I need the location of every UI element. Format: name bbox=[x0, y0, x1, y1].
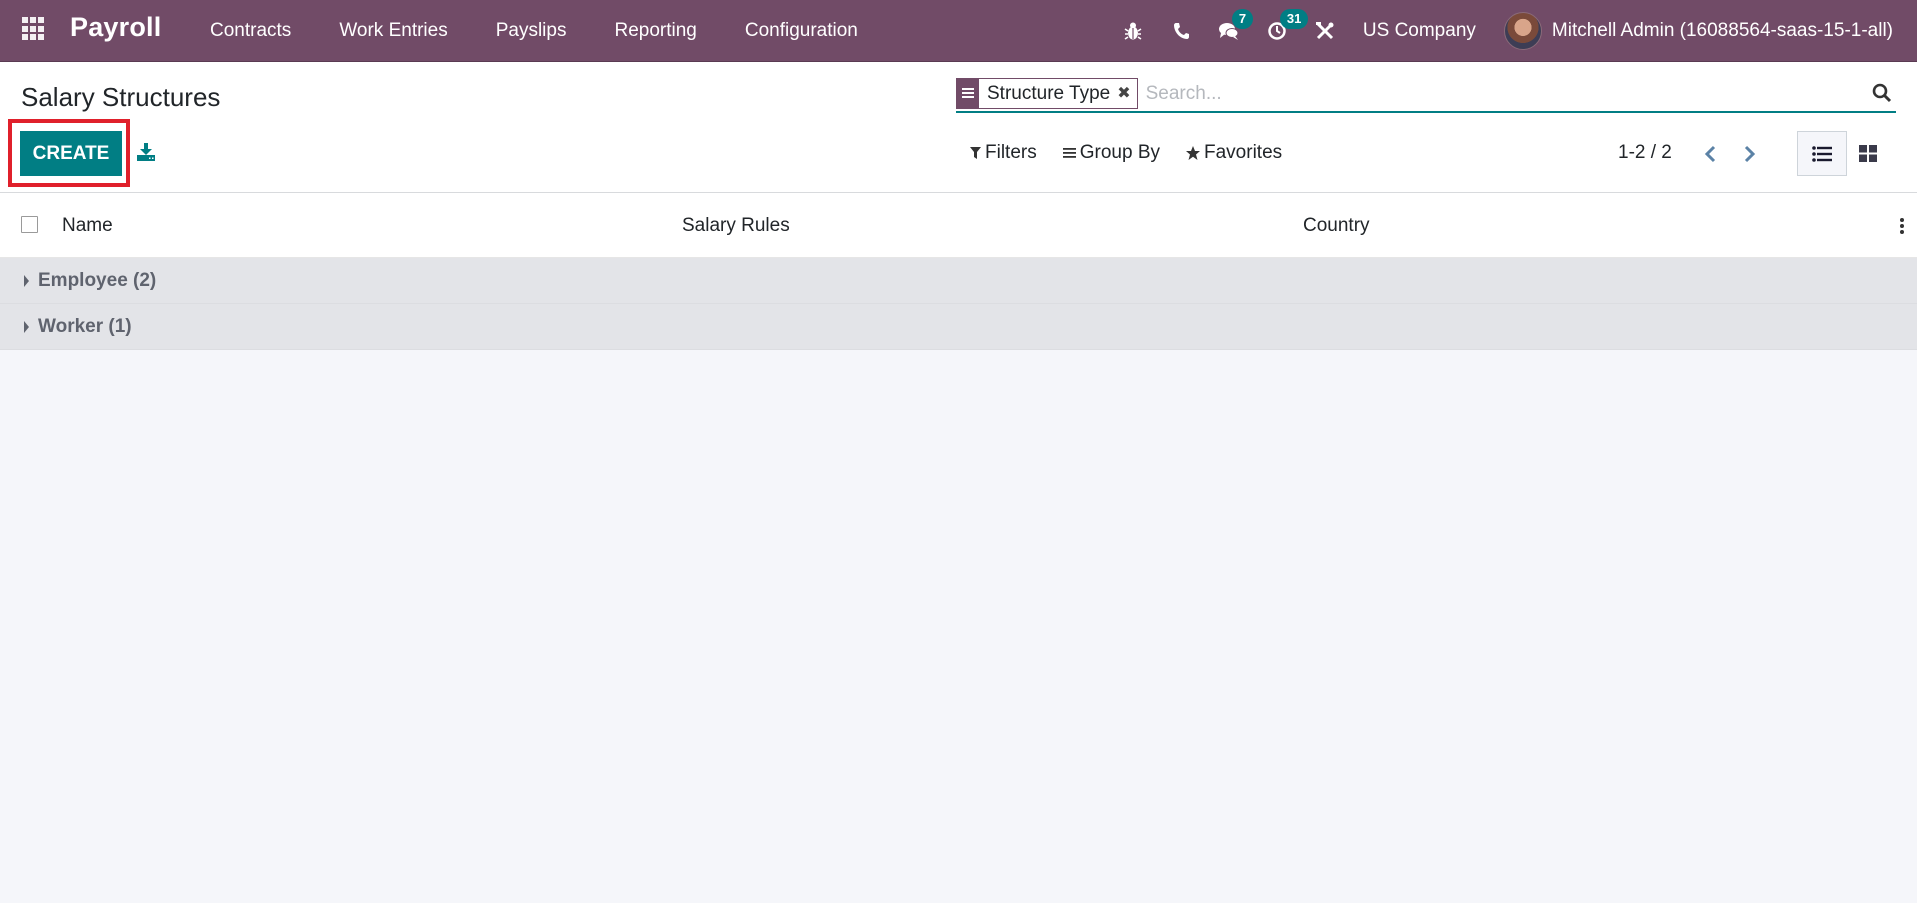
facet-remove-icon[interactable]: ✖ bbox=[1117, 79, 1136, 108]
group-row-employee[interactable]: Employee (2) bbox=[0, 258, 1917, 304]
list-view-button[interactable] bbox=[1797, 131, 1847, 176]
list-view: Name Salary Rules Country Employee (2) W… bbox=[0, 193, 1917, 350]
filters-button[interactable]: Filters bbox=[970, 142, 1037, 164]
search-facet: Structure Type ✖ bbox=[956, 77, 1138, 109]
menu-reporting[interactable]: Reporting bbox=[590, 0, 720, 62]
chevron-right-icon bbox=[1744, 145, 1756, 163]
favorites-button[interactable]: Favorites bbox=[1186, 142, 1282, 164]
group-by-facet-icon bbox=[957, 78, 979, 108]
column-header-name[interactable]: Name bbox=[62, 215, 113, 237]
chevron-left-icon bbox=[1704, 145, 1716, 163]
pager-next-button[interactable] bbox=[1738, 140, 1762, 168]
menu-configuration[interactable]: Configuration bbox=[721, 0, 882, 62]
optional-columns-kebab-icon[interactable] bbox=[1899, 217, 1905, 235]
search-options: Filters Group By Favorites bbox=[970, 142, 1308, 164]
menu-contracts[interactable]: Contracts bbox=[186, 0, 315, 62]
kanban-icon bbox=[1859, 145, 1877, 162]
app-menu-grid-icon[interactable] bbox=[22, 17, 46, 41]
caret-right-icon bbox=[24, 321, 29, 333]
messages-count-badge: 7 bbox=[1231, 9, 1254, 29]
kanban-view-button[interactable] bbox=[1843, 131, 1893, 176]
create-button[interactable]: CREATE bbox=[20, 131, 122, 176]
list-icon bbox=[1812, 145, 1832, 162]
search-bar: Structure Type ✖ bbox=[956, 77, 1896, 113]
caret-right-icon bbox=[24, 275, 29, 287]
menu-payslips[interactable]: Payslips bbox=[472, 0, 591, 62]
debug-button[interactable] bbox=[1109, 0, 1157, 62]
control-panel: Salary Structures CREATE Structure Type … bbox=[0, 62, 1917, 193]
bars-icon bbox=[1062, 148, 1076, 158]
group-row-worker[interactable]: Worker (1) bbox=[0, 304, 1917, 350]
user-menu[interactable]: Mitchell Admin (16088564-saas-15-1-all) bbox=[1503, 12, 1917, 50]
download-icon bbox=[137, 143, 155, 161]
pager-value[interactable]: 1-2 / 2 bbox=[1618, 142, 1672, 164]
tools-icon bbox=[1315, 22, 1334, 40]
column-header-country[interactable]: Country bbox=[1303, 215, 1370, 237]
group-label: Worker (1) bbox=[38, 316, 132, 337]
favorites-label: Favorites bbox=[1204, 142, 1283, 163]
group-by-button[interactable]: Group By bbox=[1062, 142, 1160, 164]
activities-button[interactable]: 31 bbox=[1253, 0, 1309, 62]
phone-button[interactable] bbox=[1157, 0, 1205, 62]
user-name: Mitchell Admin (16088564-saas-15-1-all) bbox=[1551, 20, 1893, 41]
company-switcher[interactable]: US Company bbox=[1349, 20, 1504, 42]
phone-icon bbox=[1173, 23, 1189, 39]
menu-work-entries[interactable]: Work Entries bbox=[315, 0, 471, 62]
systray: 7 31 US Company Mitchell Admin (16088564… bbox=[1109, 0, 1917, 62]
settings-button[interactable] bbox=[1301, 0, 1349, 62]
user-avatar bbox=[1503, 12, 1542, 50]
facet-value: Structure Type bbox=[987, 82, 1111, 104]
search-input[interactable] bbox=[1145, 83, 1846, 105]
main-navbar: Payroll Contracts Work Entries Payslips … bbox=[0, 0, 1917, 62]
page-title: Salary Structures bbox=[21, 82, 221, 112]
list-header: Name Salary Rules Country bbox=[0, 193, 1917, 258]
pager-previous-button[interactable] bbox=[1698, 140, 1722, 168]
select-all-checkbox[interactable] bbox=[21, 216, 38, 233]
group-label: Employee (2) bbox=[38, 270, 157, 291]
filter-icon bbox=[970, 147, 981, 159]
group-by-label: Group By bbox=[1079, 142, 1160, 163]
star-icon bbox=[1186, 146, 1200, 160]
column-header-salary-rules[interactable]: Salary Rules bbox=[682, 215, 790, 237]
app-brand[interactable]: Payroll bbox=[70, 12, 161, 43]
bug-icon bbox=[1124, 22, 1142, 40]
filters-label: Filters bbox=[985, 142, 1037, 163]
search-icon[interactable] bbox=[1872, 83, 1892, 103]
messages-button[interactable]: 7 bbox=[1205, 0, 1254, 62]
export-button[interactable] bbox=[136, 142, 156, 162]
main-menu: Contracts Work Entries Payslips Reportin… bbox=[186, 0, 882, 62]
